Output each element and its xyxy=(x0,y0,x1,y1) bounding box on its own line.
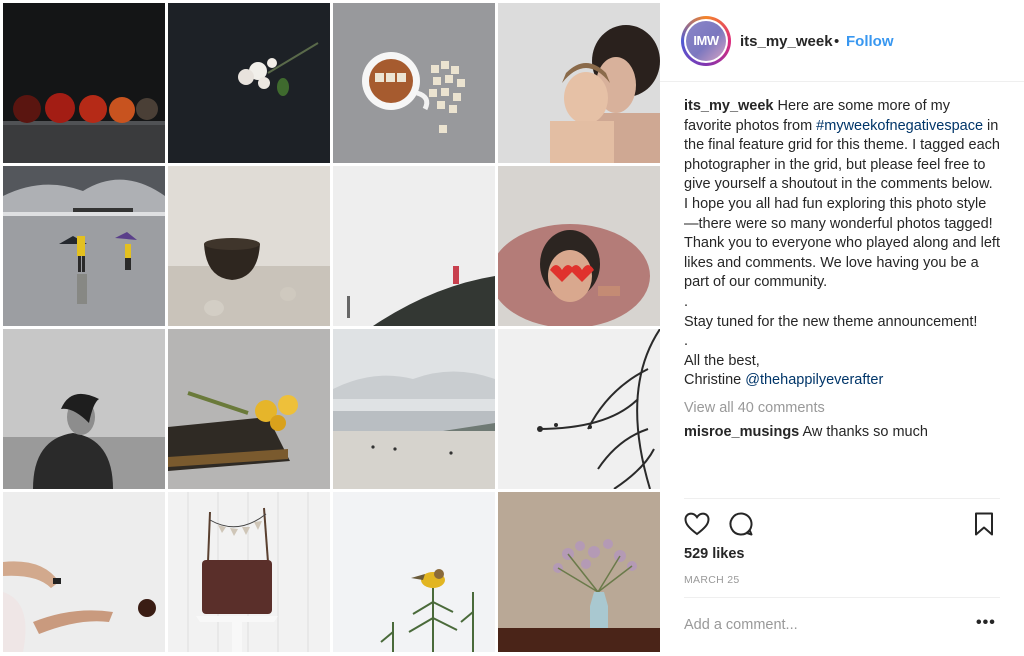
post-panel: IMW its_my_week • Follow its_my_week Her… xyxy=(660,0,1024,656)
caption-mention[interactable]: @thehappilyeverafter xyxy=(745,372,883,388)
photo-grid xyxy=(3,3,660,656)
avatar-ring-inner: IMW xyxy=(684,19,728,63)
grid-tile-vase xyxy=(498,492,660,652)
comment-preview: misroe_musings Aw thanks so much xyxy=(684,424,1000,440)
more-options-icon[interactable]: ••• xyxy=(976,614,996,632)
view-all-comments-link[interactable]: View all 40 comments xyxy=(684,400,1000,416)
actions-divider xyxy=(684,498,1000,499)
post-date: MARCH 25 xyxy=(684,574,740,586)
caption-body: its_my_week Here are some more of my fav… xyxy=(684,97,1000,293)
grid-tile-misty-hill xyxy=(333,166,495,326)
add-comment-input[interactable] xyxy=(684,614,954,636)
grid-tile-branches xyxy=(498,329,660,489)
header-separator: • xyxy=(834,33,840,50)
comment-username[interactable]: misroe_musings xyxy=(684,424,799,440)
screenshot-frame: IMW its_my_week • Follow its_my_week Her… xyxy=(0,0,1024,656)
grid-tile-mother-son xyxy=(498,3,660,163)
grid-tile-girl-wind xyxy=(3,329,165,489)
grid-tile-blossom xyxy=(168,3,330,163)
post-image[interactable] xyxy=(0,0,660,656)
likes-count[interactable]: 529 likes xyxy=(684,546,744,562)
post-username[interactable]: its_my_week xyxy=(740,33,833,50)
signoff-name: Christine xyxy=(684,372,746,389)
post-header: IMW its_my_week • Follow xyxy=(660,0,1024,82)
grid-tile-cake xyxy=(168,492,330,652)
grid-tile-teacup xyxy=(333,3,495,163)
bookmark-icon[interactable] xyxy=(970,510,998,538)
caption-stay-tuned: Stay tuned for the new theme announcemen… xyxy=(684,313,978,330)
caption-best: All the best, xyxy=(684,352,760,369)
comment-text: Aw thanks so much xyxy=(799,423,928,440)
grid-tile-hand-ball xyxy=(3,492,165,652)
grid-tile-misty-beach xyxy=(333,329,495,489)
caption: its_my_week Here are some more of my fav… xyxy=(684,97,1000,391)
caption-text-2: in the final feature grid for this theme… xyxy=(684,117,1000,291)
avatar[interactable]: IMW xyxy=(681,16,731,66)
grid-tile-heart-sunglasses xyxy=(498,166,660,326)
avatar-image: IMW xyxy=(686,21,726,61)
caption-hashtag[interactable]: #myweekofnegativespace xyxy=(816,118,983,134)
caption-dot-1: . xyxy=(684,293,689,310)
grid-tile-daffodils xyxy=(168,329,330,489)
comments-area[interactable]: its_my_week Here are some more of my fav… xyxy=(684,97,1000,497)
follow-button[interactable]: Follow xyxy=(846,33,894,50)
grid-tile-beach-umbrellas xyxy=(3,166,165,326)
grid-tile-bird xyxy=(333,492,495,652)
grid-tile-apples xyxy=(3,3,165,163)
comment-divider xyxy=(684,597,1000,598)
comment-bubble-icon[interactable] xyxy=(727,510,755,538)
caption-dot-2: . xyxy=(684,333,689,350)
heart-icon[interactable] xyxy=(683,510,711,538)
caption-signoff: Christine @thehappilyeverafter xyxy=(684,371,1000,391)
grid-tile-bowl xyxy=(168,166,330,326)
caption-username[interactable]: its_my_week xyxy=(684,98,773,114)
